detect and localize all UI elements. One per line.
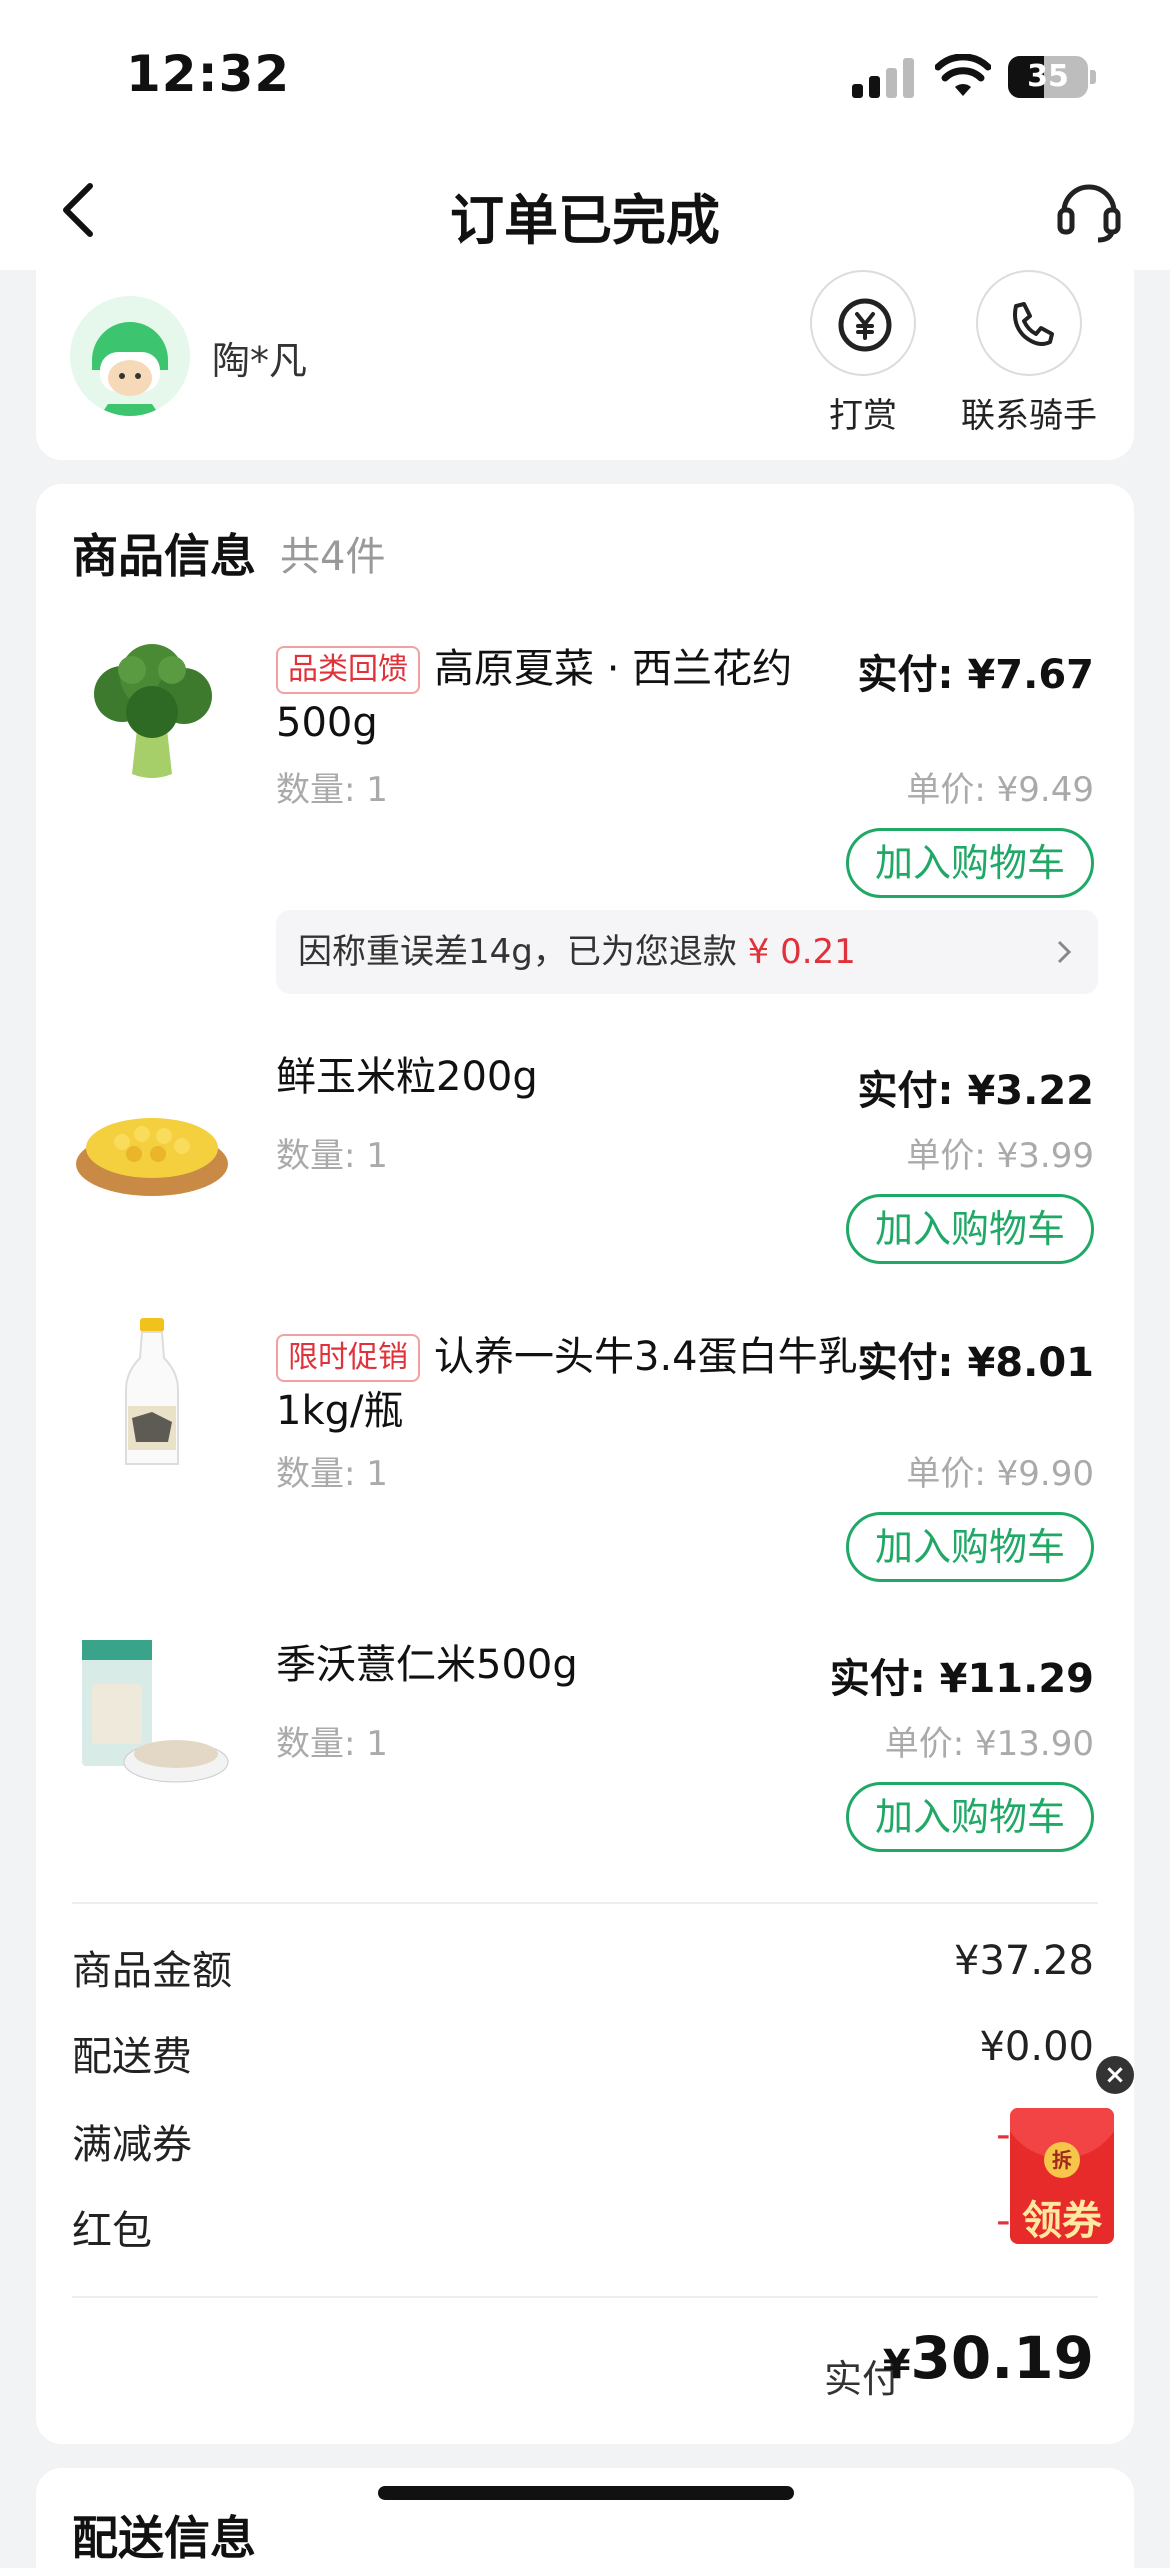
- contact-rider-button[interactable]: [976, 270, 1082, 376]
- product-tag: 限时促销: [276, 1334, 420, 1382]
- product-title[interactable]: 品类回馈 高原夏菜 · 西兰花约500g: [276, 642, 876, 750]
- nav-bar: 订单已完成: [0, 150, 1170, 270]
- coupon-seal: 拆: [1044, 2142, 1080, 2178]
- delivery-info-title: 配送信息: [72, 2511, 256, 2565]
- rider-name: 陶*凡: [212, 339, 308, 383]
- page-title: 订单已完成: [450, 189, 720, 252]
- product-qty: 数量: 1: [276, 1454, 388, 1494]
- item-count: 共4件: [280, 534, 386, 580]
- wifi-icon: [935, 54, 991, 96]
- divider: [72, 1902, 1098, 1904]
- add-to-cart-button[interactable]: 加入购物车: [846, 1512, 1094, 1582]
- product-paid: 实付: ¥7.67: [857, 652, 1094, 698]
- total-value: 30.19: [910, 2324, 1094, 2392]
- tip-label: 打赏: [829, 396, 897, 436]
- refund-text: 因称重误差14g，已为您退款: [298, 932, 737, 972]
- delivery-fee-label: 配送费: [72, 2034, 192, 2080]
- discount-coupon-label: 满减券: [72, 2122, 192, 2168]
- product-title[interactable]: 限时促销 认养一头牛3.4蛋白牛乳1kg/瓶: [276, 1330, 876, 1438]
- coupon-float-button[interactable]: 拆 领券: [1010, 2108, 1114, 2244]
- add-to-cart-button[interactable]: 加入购物车: [846, 1782, 1094, 1852]
- total-amount: ¥30.19: [883, 2324, 1094, 2392]
- goods-amount-value: ¥37.28: [954, 1938, 1094, 1984]
- product-qty: 数量: 1: [276, 1724, 388, 1764]
- add-to-cart-button[interactable]: 加入购物车: [846, 1194, 1094, 1264]
- divider: [72, 2296, 1098, 2298]
- coupon-label: 领券: [1022, 2198, 1102, 2244]
- product-unit-price: 单价: ¥3.99: [906, 1136, 1094, 1176]
- product-qty: 数量: 1: [276, 1136, 388, 1176]
- delivery-info-card: 配送信息: [36, 2468, 1134, 2568]
- battery-level: 35: [1027, 59, 1069, 94]
- customer-service-icon[interactable]: [1054, 174, 1124, 244]
- yuan-coin-icon: [838, 298, 892, 352]
- product-unit-price: 单价: ¥13.90: [884, 1724, 1094, 1764]
- red-packet-label: 红包: [72, 2208, 152, 2254]
- rider-card: 陶*凡 打赏 联系骑手: [36, 270, 1134, 460]
- goods-amount-label: 商品金额: [72, 1948, 232, 1994]
- refund-amount: ¥ 0.21: [747, 932, 856, 972]
- product-name: 鲜玉米粒200g: [276, 1054, 538, 1100]
- refund-notice[interactable]: 因称重误差14g，已为您退款 ¥ 0.21: [276, 910, 1098, 994]
- contact-rider-label: 联系骑手: [961, 396, 1097, 436]
- product-paid: 实付: ¥3.22: [857, 1068, 1094, 1114]
- product-info-card: 商品信息 共4件 品类回馈 高原夏菜 · 西兰花约500g 实付: ¥7.67 数…: [36, 484, 1134, 2444]
- product-tag: 品类回馈: [276, 646, 420, 694]
- cellular-signal-icon: [852, 58, 916, 98]
- home-indicator[interactable]: [378, 2486, 794, 2500]
- status-time: 12:32: [126, 45, 291, 103]
- total-currency: ¥: [882, 2342, 911, 2388]
- chevron-right-icon: [1057, 940, 1072, 964]
- battery-icon: 35: [1008, 56, 1096, 98]
- product-paid: 实付: ¥8.01: [857, 1340, 1094, 1386]
- product-image-broccoli[interactable]: [72, 624, 232, 784]
- product-unit-price: 单价: ¥9.90: [906, 1454, 1094, 1494]
- product-paid: 实付: ¥11.29: [829, 1656, 1094, 1702]
- product-image-corn[interactable]: [72, 1054, 232, 1214]
- section-title: 商品信息: [72, 529, 256, 583]
- tip-button[interactable]: [810, 270, 916, 376]
- status-bar: 12:32 35: [0, 0, 1170, 150]
- product-image-milk[interactable]: [72, 1314, 232, 1474]
- product-unit-price: 单价: ¥9.49: [906, 770, 1094, 810]
- product-title[interactable]: 鲜玉米粒200g: [276, 1050, 876, 1104]
- add-to-cart-button[interactable]: 加入购物车: [846, 828, 1094, 898]
- product-image-barley[interactable]: [72, 1634, 232, 1794]
- coupon-close-icon[interactable]: ×: [1096, 2056, 1134, 2094]
- product-name: 季沃薏仁米500g: [276, 1642, 578, 1688]
- product-qty: 数量: 1: [276, 770, 388, 810]
- delivery-fee-value: ¥0.00: [979, 2024, 1094, 2070]
- phone-icon: [1013, 302, 1054, 346]
- product-title[interactable]: 季沃薏仁米500g: [276, 1638, 876, 1692]
- rider-avatar: [70, 296, 190, 416]
